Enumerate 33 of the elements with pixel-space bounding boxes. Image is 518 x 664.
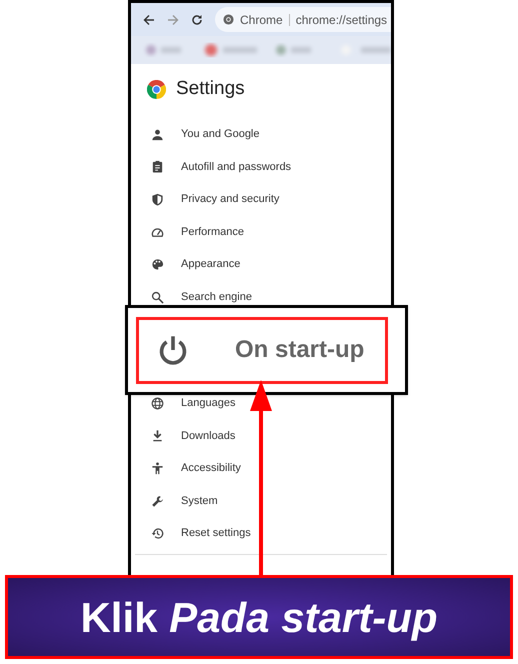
menu-item[interactable]: Reset settings xyxy=(131,526,251,542)
menu-item[interactable]: Languages xyxy=(131,395,236,412)
menu-item[interactable]: Privacy and security xyxy=(131,191,280,208)
page-title: Settings xyxy=(176,76,245,101)
power-icon xyxy=(157,334,189,366)
shield-icon xyxy=(151,192,164,206)
wrench-icon xyxy=(151,494,164,508)
menu-item[interactable]: Downloads xyxy=(131,428,236,444)
menu-item[interactable]: Search engine xyxy=(131,289,252,306)
site-name: Chrome xyxy=(240,12,283,28)
search-icon xyxy=(151,290,164,304)
palette-icon xyxy=(151,258,164,272)
chrome-logo-icon xyxy=(223,14,234,25)
clipboard-icon xyxy=(151,160,164,174)
person-icon xyxy=(151,128,164,141)
reload-icon[interactable] xyxy=(191,14,203,26)
menu-item[interactable]: Performance xyxy=(131,224,244,240)
menu-item[interactable]: Autofill and passwords xyxy=(131,158,292,175)
caption-banner-text: Klik Pada start-up xyxy=(80,592,438,643)
history-icon xyxy=(151,527,164,540)
accessibility-icon xyxy=(151,462,164,475)
url-text: chrome://settings xyxy=(296,12,388,28)
address-bar[interactable]: Chrome chrome://settings xyxy=(215,7,391,32)
menu-item[interactable]: Accessibility xyxy=(131,460,241,476)
back-icon[interactable] xyxy=(143,14,155,26)
menu-item[interactable]: Appearance xyxy=(131,256,240,273)
download-icon xyxy=(151,429,164,442)
menu-item[interactable]: System xyxy=(131,493,218,510)
menu-item[interactable]: On start-up xyxy=(136,316,388,384)
menu-item[interactable]: You and Google xyxy=(131,126,260,142)
gauge-icon xyxy=(151,226,164,239)
globe-icon xyxy=(151,396,164,410)
chrome-logo-icon xyxy=(147,80,166,98)
